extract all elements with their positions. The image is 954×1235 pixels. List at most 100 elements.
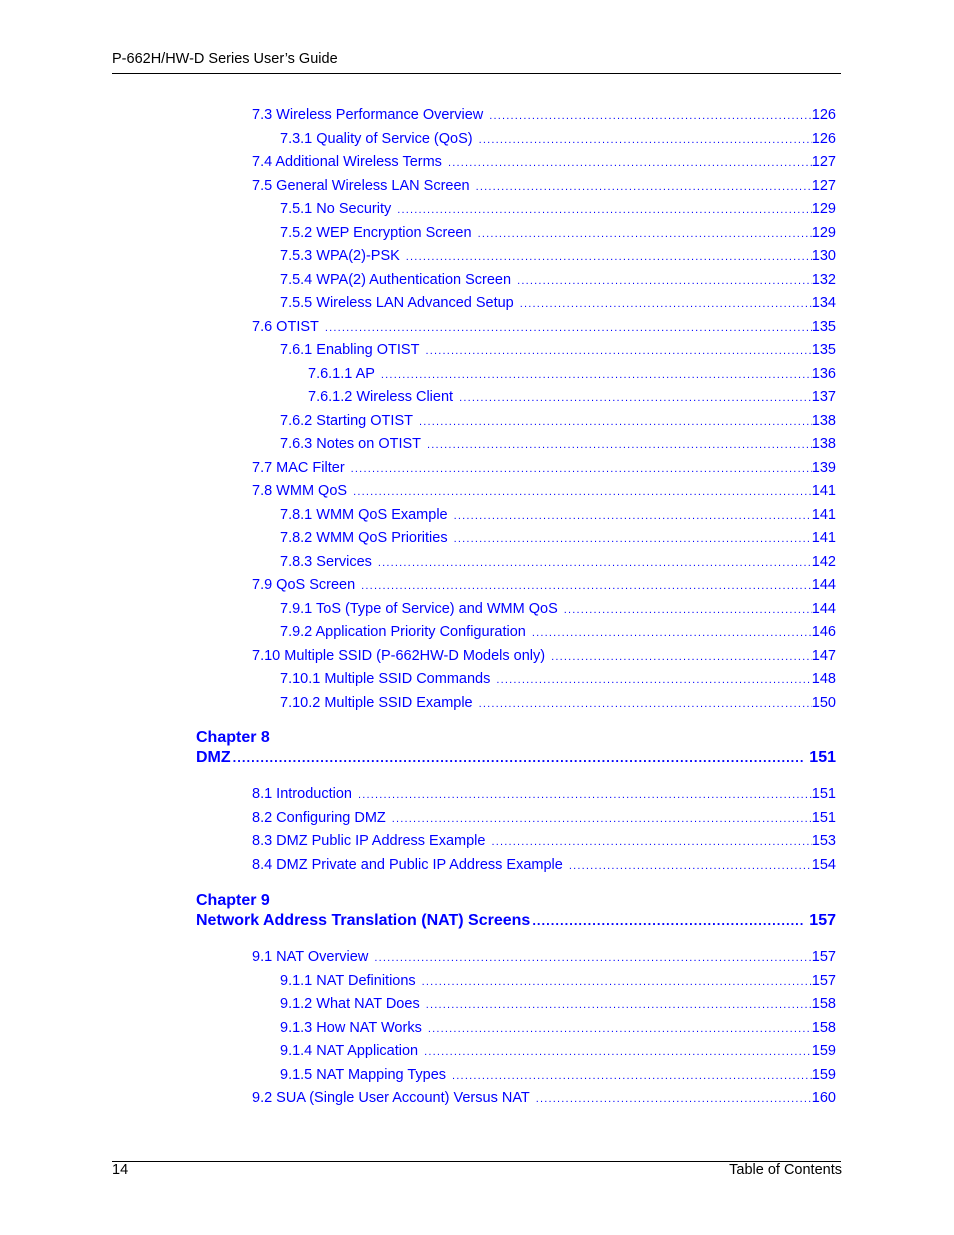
toc-entry-label[interactable]: 7.5.4 WPA(2) Authentication Screen xyxy=(280,272,517,288)
chapter-page[interactable]: 157 xyxy=(805,912,836,930)
toc-entry-page[interactable]: 135 xyxy=(812,319,836,335)
toc-entry-label[interactable]: 7.10 Multiple SSID (P-662HW-D Models onl… xyxy=(252,648,551,664)
toc-entry[interactable]: 7.3.1 Quality of Service (QoS) 126 xyxy=(280,131,836,147)
toc-entry-label[interactable]: 7.10.2 Multiple SSID Example xyxy=(280,695,479,711)
toc-entry-page[interactable]: 148 xyxy=(812,671,836,687)
toc-entry-page[interactable]: 142 xyxy=(812,554,836,570)
toc-entry-page[interactable]: 130 xyxy=(812,248,836,264)
toc-entry[interactable]: 7.7 MAC Filter 139 xyxy=(252,460,836,476)
toc-entry-label[interactable]: 7.6.1.2 Wireless Client xyxy=(308,389,459,405)
toc-entry[interactable]: 9.1.2 What NAT Does 158 xyxy=(280,996,836,1012)
toc-entry[interactable]: 7.6.1.2 Wireless Client 137 xyxy=(308,389,836,405)
toc-entry-label[interactable]: 7.6.2 Starting OTIST xyxy=(280,413,419,429)
toc-entry-label[interactable]: 7.8.2 WMM QoS Priorities xyxy=(280,530,454,546)
toc-entry-label[interactable]: 7.5.1 No Security xyxy=(280,201,397,217)
toc-entry-page[interactable]: 144 xyxy=(812,577,836,593)
toc-entry-label[interactable]: 8.4 DMZ Private and Public IP Address Ex… xyxy=(252,857,569,873)
toc-entry-label[interactable]: 9.1.1 NAT Definitions xyxy=(280,973,422,989)
toc-entry-label[interactable]: 7.7 MAC Filter xyxy=(252,460,351,476)
toc-entry-page[interactable]: 146 xyxy=(812,624,836,640)
toc-entry-label[interactable]: 7.6.3 Notes on OTIST xyxy=(280,436,427,452)
toc-entry-page[interactable]: 127 xyxy=(812,154,836,170)
toc-entry[interactable]: 7.3 Wireless Performance Overview 126 xyxy=(252,107,836,123)
toc-entry-label[interactable]: 7.5 General Wireless LAN Screen xyxy=(252,178,476,194)
toc-entry[interactable]: 7.6.2 Starting OTIST 138 xyxy=(280,413,836,429)
toc-entry[interactable]: 9.1.3 How NAT Works 158 xyxy=(280,1020,836,1036)
toc-entry-label[interactable]: 9.1.5 NAT Mapping Types xyxy=(280,1067,452,1083)
chapter-title-entry[interactable]: Network Address Translation (NAT) Screen… xyxy=(196,912,836,930)
toc-entry-page[interactable]: 151 xyxy=(812,810,836,826)
toc-entry-label[interactable]: 7.5.2 WEP Encryption Screen xyxy=(280,225,478,241)
toc-entry-label[interactable]: 9.2 SUA (Single User Account) Versus NAT xyxy=(252,1090,536,1106)
toc-entry[interactable]: 7.5.5 Wireless LAN Advanced Setup 134 xyxy=(280,295,836,311)
toc-entry[interactable]: 7.4 Additional Wireless Terms 127 xyxy=(252,154,836,170)
toc-entry-page[interactable]: 159 xyxy=(812,1067,836,1083)
toc-entry-label[interactable]: 7.3 Wireless Performance Overview xyxy=(252,107,489,123)
toc-entry-page[interactable]: 158 xyxy=(812,1020,836,1036)
toc-entry-label[interactable]: 9.1.4 NAT Application xyxy=(280,1043,424,1059)
toc-entry[interactable]: 7.8 WMM QoS 141 xyxy=(252,483,836,499)
toc-entry-page[interactable]: 134 xyxy=(812,295,836,311)
toc-entry[interactable]: 9.1.4 NAT Application 159 xyxy=(280,1043,836,1059)
toc-entry-label[interactable]: 9.1 NAT Overview xyxy=(252,949,374,965)
chapter-title[interactable]: Network Address Translation (NAT) Screen… xyxy=(196,912,530,930)
toc-entry[interactable]: 7.8.1 WMM QoS Example 141 xyxy=(280,507,836,523)
toc-entry-page[interactable]: 136 xyxy=(812,366,836,382)
toc-entry[interactable]: 7.9.2 Application Priority Configuration… xyxy=(280,624,836,640)
toc-entry-page[interactable]: 129 xyxy=(812,201,836,217)
chapter-title[interactable]: DMZ xyxy=(196,749,231,767)
toc-entry-label[interactable]: 7.6.1.1 AP xyxy=(308,366,381,382)
toc-entry[interactable]: 7.6.1.1 AP 136 xyxy=(308,366,836,382)
toc-entry-label[interactable]: 7.6 OTIST xyxy=(252,319,325,335)
toc-entry-label[interactable]: 9.1.2 What NAT Does xyxy=(280,996,426,1012)
toc-entry-page[interactable]: 157 xyxy=(812,949,836,965)
toc-entry[interactable]: 7.9 QoS Screen 144 xyxy=(252,577,836,593)
toc-entry-page[interactable]: 144 xyxy=(812,601,836,617)
toc-entry[interactable]: 7.8.2 WMM QoS Priorities 141 xyxy=(280,530,836,546)
toc-entry-page[interactable]: 127 xyxy=(812,178,836,194)
toc-entry-page[interactable]: 151 xyxy=(812,786,836,802)
toc-entry-page[interactable]: 150 xyxy=(812,695,836,711)
toc-entry-label[interactable]: 7.6.1 Enabling OTIST xyxy=(280,342,425,358)
toc-entry[interactable]: 7.10.2 Multiple SSID Example 150 xyxy=(280,695,836,711)
toc-entry-page[interactable]: 135 xyxy=(812,342,836,358)
toc-entry-label[interactable]: 7.9 QoS Screen xyxy=(252,577,361,593)
toc-entry[interactable]: 7.5.1 No Security 129 xyxy=(280,201,836,217)
toc-entry-page[interactable]: 154 xyxy=(812,857,836,873)
toc-entry-label[interactable]: 7.5.5 Wireless LAN Advanced Setup xyxy=(280,295,520,311)
toc-entry-page[interactable]: 141 xyxy=(812,530,836,546)
toc-entry-page[interactable]: 157 xyxy=(812,973,836,989)
toc-entry-label[interactable]: 7.4 Additional Wireless Terms xyxy=(252,154,448,170)
toc-entry-page[interactable]: 141 xyxy=(812,483,836,499)
toc-entry-page[interactable]: 138 xyxy=(812,413,836,429)
toc-entry-label[interactable]: 7.10.1 Multiple SSID Commands xyxy=(280,671,496,687)
toc-entry-page[interactable]: 137 xyxy=(812,389,836,405)
toc-entry-page[interactable]: 126 xyxy=(812,107,836,123)
toc-entry[interactable]: 9.1.1 NAT Definitions 157 xyxy=(280,973,836,989)
toc-entry-page[interactable]: 160 xyxy=(812,1090,836,1106)
toc-entry-label[interactable]: 7.9.2 Application Priority Configuration xyxy=(280,624,532,640)
toc-entry-label[interactable]: 7.3.1 Quality of Service (QoS) xyxy=(280,131,479,147)
toc-entry[interactable]: 7.5.3 WPA(2)-PSK 130 xyxy=(280,248,836,264)
toc-entry-label[interactable]: 7.9.1 ToS (Type of Service) and WMM QoS xyxy=(280,601,564,617)
toc-entry-label[interactable]: 9.1.3 How NAT Works xyxy=(280,1020,428,1036)
toc-entry[interactable]: 7.6.3 Notes on OTIST 138 xyxy=(280,436,836,452)
toc-entry-label[interactable]: 7.8.3 Services xyxy=(280,554,378,570)
toc-entry[interactable]: 7.6 OTIST 135 xyxy=(252,319,836,335)
toc-entry[interactable]: 7.5 General Wireless LAN Screen 127 xyxy=(252,178,836,194)
toc-entry[interactable]: 7.10 Multiple SSID (P-662HW-D Models onl… xyxy=(252,648,836,664)
toc-entry-page[interactable]: 129 xyxy=(812,225,836,241)
toc-entry[interactable]: 7.6.1 Enabling OTIST 135 xyxy=(280,342,836,358)
toc-entry[interactable]: 7.5.4 WPA(2) Authentication Screen 132 xyxy=(280,272,836,288)
chapter-label[interactable]: Chapter 9 xyxy=(196,892,270,910)
toc-entry-label[interactable]: 7.8 WMM QoS xyxy=(252,483,353,499)
toc-entry-label[interactable]: 7.8.1 WMM QoS Example xyxy=(280,507,454,523)
toc-entry-page[interactable]: 158 xyxy=(812,996,836,1012)
chapter-page[interactable]: 151 xyxy=(805,749,836,767)
toc-entry-page[interactable]: 141 xyxy=(812,507,836,523)
toc-entry[interactable]: 8.4 DMZ Private and Public IP Address Ex… xyxy=(252,857,836,873)
toc-entry-page[interactable]: 138 xyxy=(812,436,836,452)
toc-entry-page[interactable]: 132 xyxy=(812,272,836,288)
toc-entry-page[interactable]: 159 xyxy=(812,1043,836,1059)
toc-entry[interactable]: 8.1 Introduction 151 xyxy=(252,786,836,802)
